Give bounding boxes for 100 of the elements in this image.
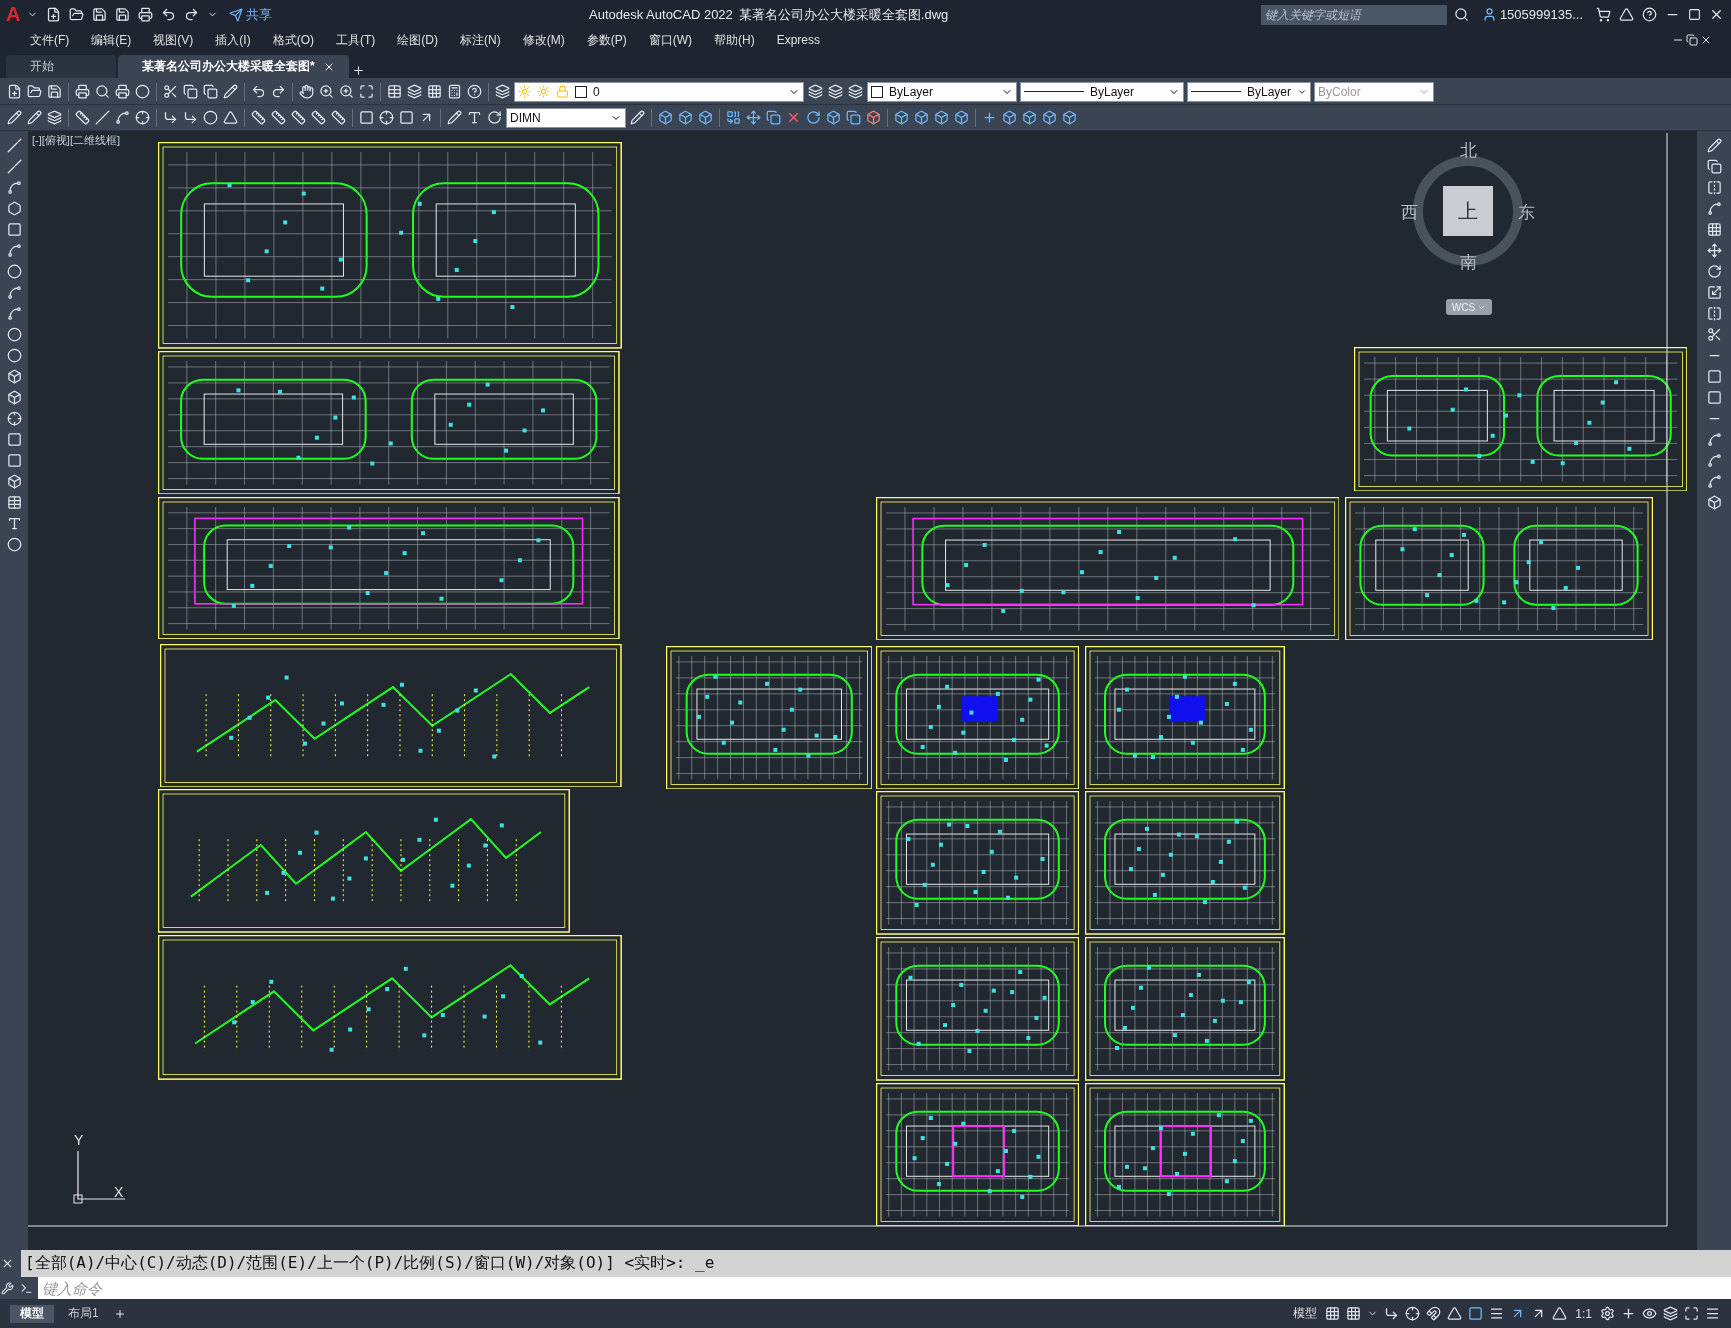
modify-tool-icon[interactable] xyxy=(1705,284,1723,301)
search-field[interactable]: 键入关键字或短语 xyxy=(1260,4,1447,25)
solid-icon[interactable] xyxy=(1001,109,1018,126)
zoom-window-icon[interactable] xyxy=(338,83,355,100)
diameter-icon[interactable] xyxy=(202,109,219,126)
modify-tool-icon[interactable] xyxy=(1705,137,1723,154)
draw-tool-icon[interactable] xyxy=(5,200,23,217)
shell-icon[interactable] xyxy=(953,109,970,126)
menu-item[interactable]: 工具(T) xyxy=(324,31,386,49)
restore-icon[interactable] xyxy=(1685,33,1699,47)
view-cube-face[interactable]: 上 xyxy=(1443,186,1493,236)
modify-tool-icon[interactable] xyxy=(1705,473,1723,490)
draw-tool-icon[interactable] xyxy=(5,242,23,259)
preview-icon[interactable] xyxy=(94,83,111,100)
layer-previous-icon[interactable] xyxy=(827,83,844,100)
intersect-icon[interactable] xyxy=(697,109,714,126)
update-icon[interactable] xyxy=(486,109,503,126)
undo-icon[interactable] xyxy=(250,83,267,100)
modify-tool-icon[interactable] xyxy=(1705,263,1723,280)
extrude-faces-icon[interactable] xyxy=(725,109,742,126)
dimension-layer-icon[interactable] xyxy=(46,109,63,126)
modify-tool-icon[interactable] xyxy=(1705,200,1723,217)
angular-icon[interactable] xyxy=(222,109,239,126)
polar-icon[interactable] xyxy=(1404,1305,1422,1322)
space-icon[interactable] xyxy=(310,109,327,126)
draw-tool-icon[interactable] xyxy=(5,452,23,469)
plot-icon[interactable] xyxy=(114,83,131,100)
menu-item[interactable]: 视图(V) xyxy=(141,31,204,49)
menu-item[interactable]: 帮助(H) xyxy=(702,31,765,49)
edit-text-icon[interactable] xyxy=(466,109,483,126)
union-icon[interactable] xyxy=(657,109,674,126)
layout-tab[interactable]: 布局1 xyxy=(58,1304,109,1323)
move-faces-icon[interactable] xyxy=(745,109,762,126)
zoom-extents-icon[interactable] xyxy=(358,83,375,100)
draw-tool-icon[interactable] xyxy=(5,473,23,490)
folder-icon[interactable] xyxy=(68,6,86,23)
draw-tool-icon[interactable] xyxy=(5,494,23,511)
radius-icon[interactable] xyxy=(162,109,179,126)
compass-west[interactable]: 西 xyxy=(1401,201,1418,224)
dimension-style-icon[interactable] xyxy=(629,109,646,126)
layout-tab[interactable]: 模型 xyxy=(10,1304,54,1323)
save-icon[interactable] xyxy=(46,83,63,100)
rotate-faces-icon[interactable] xyxy=(805,109,822,126)
edit-dimension-icon[interactable] xyxy=(446,109,463,126)
wrench-icon[interactable] xyxy=(0,1280,15,1296)
plus-icon[interactable] xyxy=(1620,1305,1637,1322)
match-icon[interactable] xyxy=(222,83,239,100)
share-button[interactable]: 共享 xyxy=(225,5,277,24)
folder-icon[interactable] xyxy=(26,83,43,100)
paste-icon[interactable] xyxy=(202,83,219,100)
modify-tool-icon[interactable] xyxy=(1705,221,1723,238)
separate-icon[interactable] xyxy=(933,109,950,126)
arc-length-icon[interactable] xyxy=(114,109,131,126)
quick-dimension-icon[interactable] xyxy=(250,109,267,126)
imprint-icon[interactable] xyxy=(893,109,910,126)
cut-icon[interactable] xyxy=(162,83,179,100)
color-faces-icon[interactable] xyxy=(865,109,882,126)
save-as-icon[interactable] xyxy=(114,6,132,23)
modify-tool-icon[interactable] xyxy=(1705,368,1723,385)
dimension-update-icon[interactable] xyxy=(6,109,23,126)
print-icon[interactable] xyxy=(74,83,91,100)
draw-tool-icon[interactable] xyxy=(5,347,23,364)
snap-icon[interactable] xyxy=(1345,1305,1363,1322)
menu-item[interactable]: 窗口(W) xyxy=(636,31,702,49)
isolate-icon[interactable] xyxy=(1641,1305,1658,1322)
copy-faces-icon[interactable] xyxy=(845,109,862,126)
modify-tool-icon[interactable] xyxy=(1705,305,1723,322)
draw-tool-icon[interactable] xyxy=(5,410,23,427)
offset-faces-icon[interactable] xyxy=(765,109,782,126)
color-dropdown[interactable]: ByLayer xyxy=(867,81,1017,102)
cart-icon[interactable] xyxy=(1595,6,1612,23)
print-icon[interactable] xyxy=(137,6,155,23)
ordinate-icon[interactable] xyxy=(134,109,151,126)
draw-tool-icon[interactable] xyxy=(5,263,23,280)
draw-tool-icon[interactable] xyxy=(5,284,23,301)
search-icon[interactable] xyxy=(1452,6,1470,23)
fullscreen-icon[interactable] xyxy=(1683,1305,1700,1322)
modify-tool-icon[interactable] xyxy=(1705,389,1723,406)
solid-check-icon[interactable] xyxy=(1061,109,1078,126)
layer-icon[interactable] xyxy=(494,83,511,100)
draw-tool-icon[interactable] xyxy=(5,326,23,343)
linear-dimension-icon[interactable] xyxy=(74,109,91,126)
save-icon[interactable] xyxy=(91,6,109,23)
calculator-icon[interactable] xyxy=(446,83,463,100)
redo-icon[interactable] xyxy=(270,83,287,100)
menu-item[interactable]: 文件(F) xyxy=(18,31,80,49)
design-center-icon[interactable] xyxy=(406,83,423,100)
dimension-check-icon[interactable] xyxy=(26,109,43,126)
pan-icon[interactable] xyxy=(298,83,315,100)
viewport-controls[interactable]: [-][俯视][二维线框] xyxy=(32,133,120,148)
compass-north[interactable]: 北 xyxy=(1460,139,1477,162)
menu-item[interactable]: 格式(O) xyxy=(260,31,324,49)
layer-current-icon[interactable] xyxy=(807,83,824,100)
draw-tool-icon[interactable] xyxy=(5,536,23,553)
compass-south[interactable]: 南 xyxy=(1460,251,1477,274)
file-tab[interactable]: 某著名公司办公大楼采暖全套图* xyxy=(118,55,349,78)
draw-tool-icon[interactable] xyxy=(5,431,23,448)
modify-tool-icon[interactable] xyxy=(1705,158,1723,175)
menu-icon[interactable] xyxy=(1704,1305,1721,1322)
modify-tool-icon[interactable] xyxy=(1705,242,1723,259)
